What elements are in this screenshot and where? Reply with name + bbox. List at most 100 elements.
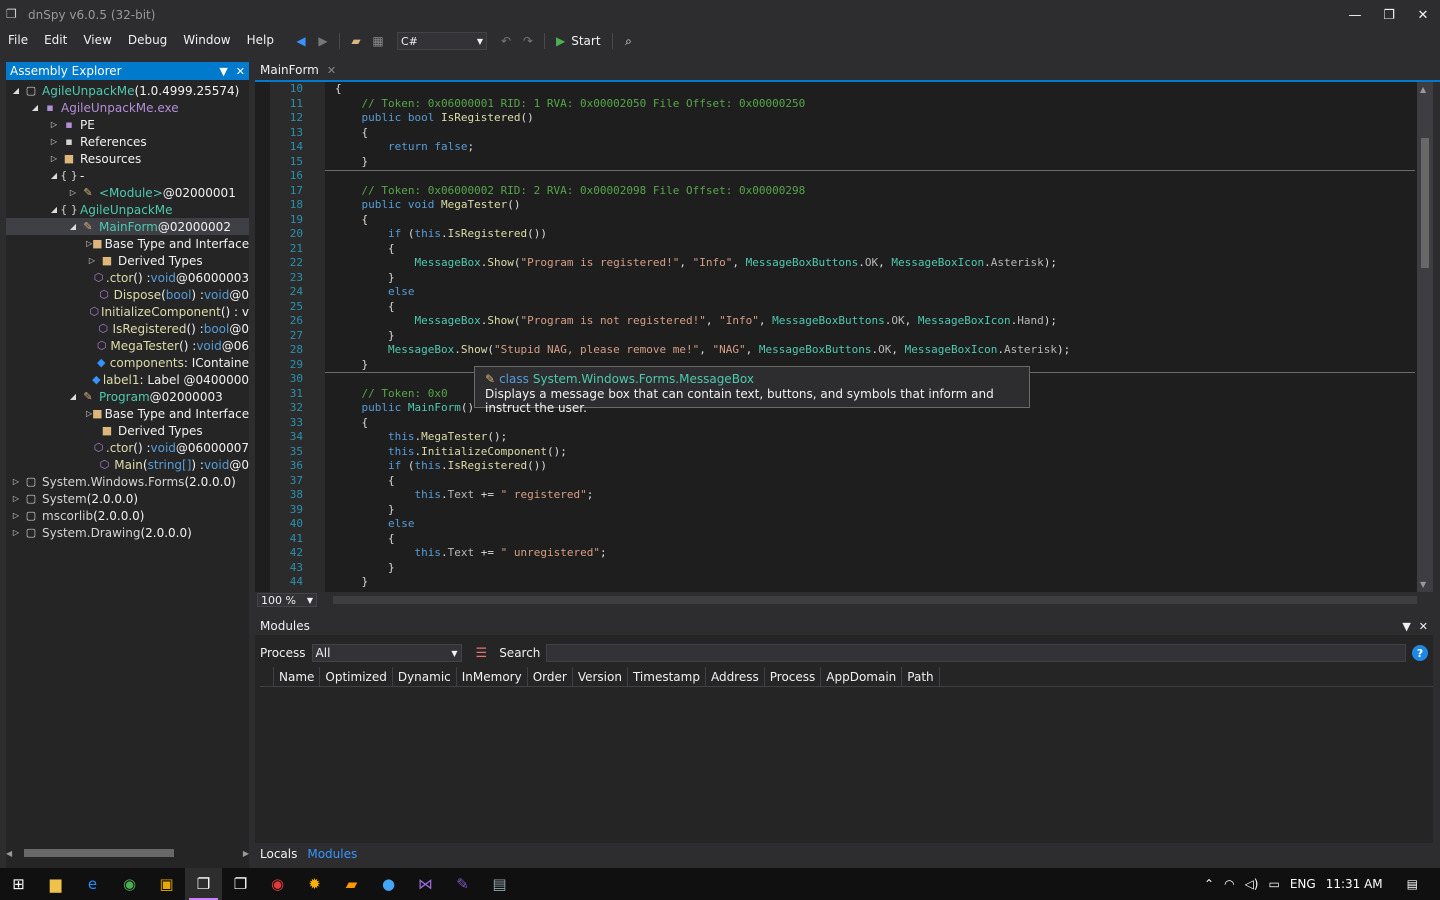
zoom-select[interactable]: 100 % ▼ [257,593,317,607]
scroll-thumb[interactable] [24,849,175,857]
expand-arrow-icon[interactable]: ▷ [10,477,22,486]
close-button[interactable]: ✕ [1406,0,1440,30]
tree-node[interactable]: ▷ ▪ References [6,133,249,150]
menu-view[interactable]: View [75,30,119,52]
expand-arrow-icon[interactable]: ▷ [86,256,98,265]
column-header[interactable]: Version [573,667,628,687]
tab-mainform[interactable]: MainForm ✕ [255,60,342,80]
restore-button[interactable]: ❐ [1372,0,1406,30]
browser-icon[interactable]: ● [370,868,407,900]
tree-node[interactable]: ◆ components : IContaine [6,354,249,371]
language-indicator[interactable]: ENG [1290,877,1316,891]
tree-node[interactable]: ◢{ } - [6,167,249,184]
tree-node[interactable]: ◢ ▢ AgileUnpackMe (1.0.4999.25574) [6,82,249,99]
assembly-tree[interactable]: ◢ ▢ AgileUnpackMe (1.0.4999.25574) ◢ ▪ AgileU… [6,82,249,850]
tree-node[interactable]: ⬡ IsRegistered() : bool @0 [6,320,249,337]
sublime-icon[interactable]: ▰ [333,868,370,900]
record-icon[interactable]: ◉ [259,868,296,900]
column-header[interactable]: Dynamic [393,667,457,687]
tree-node[interactable]: ▷ ■ Base Type and Interfaces [6,405,249,422]
menu-window[interactable]: Window [175,30,238,52]
panel-menu-chevron-icon[interactable]: ▼ [219,65,227,78]
app-icon[interactable]: ✎ [444,868,481,900]
tree-node[interactable]: ▷ ■ Resources [6,150,249,167]
tree-node[interactable]: ⬡ .ctor() : void @06000007 [6,439,249,456]
clear-filter-icon[interactable]: ☰ [476,646,488,661]
window-icon[interactable]: ❐ [222,868,259,900]
menu-file[interactable]: File [0,30,36,52]
scroll-left-icon[interactable]: ◀ [6,849,12,858]
collapse-arrow-icon[interactable]: ◢ [10,86,22,95]
tree-node[interactable]: ◢ ▪ AgileUnpackMe.exe [6,99,249,116]
help-icon[interactable]: ? [1412,645,1428,661]
column-header[interactable]: Optimized [320,667,393,687]
expand-arrow-icon[interactable]: ▷ [10,528,22,537]
menu-help[interactable]: Help [239,30,282,52]
column-header[interactable]: Name [274,667,321,687]
search-icon[interactable]: ⌕ [620,32,638,50]
close-panel-icon[interactable]: ✕ [236,65,245,78]
open-list-icon[interactable]: ▦ [369,32,387,50]
expand-arrow-icon[interactable]: ▷ [48,154,60,163]
column-header[interactable]: Order [528,667,573,687]
expand-arrow-icon[interactable]: ▷ [10,494,22,503]
clock[interactable]: 11:31 AM [1326,877,1383,891]
volume-icon[interactable]: ◁) [1245,877,1259,891]
keyboard-icon[interactable]: ▭ [1268,877,1279,891]
visual-studio-icon[interactable]: ⋈ [407,868,444,900]
expand-arrow-icon[interactable]: ▷ [10,511,22,520]
tab-modules[interactable]: Modules [307,847,357,861]
chevron-up-icon[interactable]: ⌃ [1204,877,1214,891]
tree-node[interactable]: ▷ ▪ PE [6,116,249,133]
column-header[interactable]: AppDomain [821,667,903,687]
notifications-icon[interactable]: ▤ [1407,877,1418,891]
tab-locals[interactable]: Locals [260,847,297,861]
de4dot-icon[interactable]: ▣ [148,868,185,900]
tree-node[interactable]: ⬡ Dispose(bool) : void @0 [6,286,249,303]
menu-edit[interactable]: Edit [36,30,75,52]
language-select[interactable]: C# ▼ [396,32,487,50]
start-icon[interactable]: ⊞ [0,868,37,900]
column-header[interactable]: Address [706,667,765,687]
column-header[interactable]: Timestamp [628,667,706,687]
panel-menu-chevron-icon[interactable]: ▼ [1402,620,1410,633]
expand-arrow-icon[interactable]: ▷ [48,120,60,129]
tree-node[interactable]: ◢ ✎ MainForm @02000002 [6,218,249,235]
expand-arrow-icon[interactable]: ▷ [48,137,60,146]
editor-horizontal-scrollbar[interactable] [333,596,1417,604]
tree-node[interactable]: ▷ ■ Base Type and Interfaces [6,235,249,252]
edge-icon[interactable]: e [74,868,111,900]
collapse-arrow-icon[interactable]: ◢ [48,205,60,214]
editor-vertical-scrollbar[interactable]: ▲ ▼ [1417,82,1433,592]
tree-node[interactable]: ◢{ } AgileUnpackMe [6,201,249,218]
navigate-forward-icon[interactable]: ▶ [314,32,332,50]
tool-icon[interactable]: ✹ [296,868,333,900]
explorer-horizontal-scrollbar[interactable]: ◀ ▶ [6,846,249,860]
navigate-back-icon[interactable]: ◀ [292,32,310,50]
collapse-arrow-icon[interactable]: ◢ [67,222,79,231]
tree-node[interactable]: ⬡ MegaTester() : void @06 [6,337,249,354]
tree-node[interactable]: ◢ ✎ Program @02000003 [6,388,249,405]
modules-search-input[interactable] [546,644,1406,662]
tree-node[interactable]: ▷ ✎ <Module> @02000001 [6,184,249,201]
start-debug-button[interactable]: ▶ Start [552,34,605,48]
process-select[interactable]: All ▼ [311,644,462,662]
scroll-right-icon[interactable]: ▶ [243,849,249,858]
redo-icon[interactable]: ↷ [519,32,537,50]
collapse-arrow-icon[interactable]: ◢ [29,103,41,112]
scroll-thumb[interactable] [1421,138,1429,268]
file-explorer-icon[interactable]: ▆ [37,868,74,900]
collapse-arrow-icon[interactable]: ◢ [48,171,60,180]
menu-debug[interactable]: Debug [120,30,175,52]
code-editor[interactable]: 10 {11 // Token: 0x06000001 RID: 1 RVA: 0… [255,82,1433,592]
scroll-down-icon[interactable]: ▼ [1420,580,1426,589]
open-file-icon[interactable]: ▰ [347,32,365,50]
tree-node[interactable]: ▷ ■ Derived Types [6,252,249,269]
remote-icon[interactable]: ▤ [481,868,518,900]
close-panel-icon[interactable]: ✕ [1419,620,1428,633]
dnspy-icon[interactable]: ❐ [185,868,222,900]
tree-node[interactable]: ▷ ▢ System.Windows.Forms (2.0.0.0) [6,473,249,490]
column-header[interactable]: Path [902,667,940,687]
minimize-button[interactable]: — [1338,0,1372,30]
undo-icon[interactable]: ↶ [497,32,515,50]
